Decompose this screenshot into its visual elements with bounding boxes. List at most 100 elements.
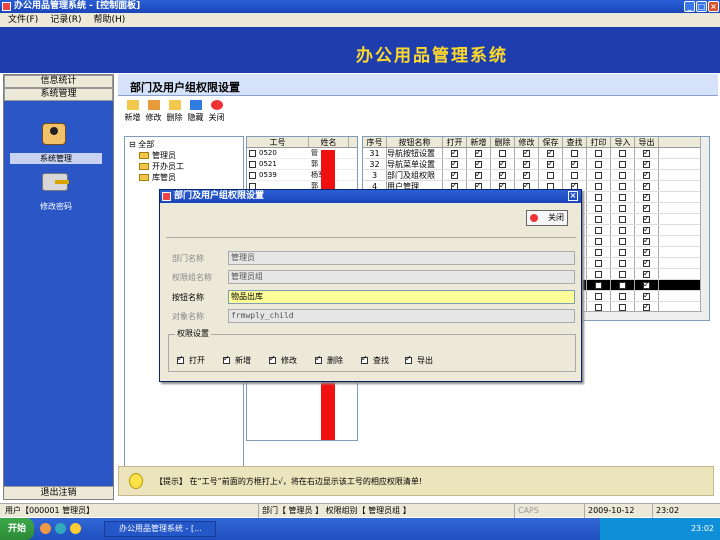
perm-checkbox[interactable] xyxy=(547,172,554,179)
perm-checkbox[interactable] xyxy=(619,304,626,311)
sidebar-header-stats[interactable]: 信息统计 xyxy=(4,75,113,88)
perm-checkbox[interactable] xyxy=(475,169,482,180)
table-row[interactable]: 0539 杨军 xyxy=(247,170,357,181)
perm-open-checkbox[interactable]: 打开 xyxy=(177,354,205,366)
perm-checkbox[interactable] xyxy=(619,249,626,256)
perm-checkbox[interactable] xyxy=(619,205,626,212)
object-field[interactable]: frmwply_child xyxy=(228,309,575,323)
table-row[interactable]: 32 导航菜单设置 xyxy=(363,158,709,170)
perm-checkbox[interactable] xyxy=(595,271,602,278)
perm-col-header[interactable]: 查找 xyxy=(563,137,587,147)
table-row[interactable]: 0520 管 xyxy=(247,148,357,159)
perm-checkbox[interactable] xyxy=(571,172,578,179)
perm-checkbox[interactable] xyxy=(619,183,626,190)
table-row[interactable]: 0521 郭 xyxy=(247,159,357,170)
row-checkbox[interactable] xyxy=(249,150,256,157)
perm-checkbox[interactable] xyxy=(451,169,458,180)
perm-checkbox[interactable] xyxy=(595,150,602,157)
quicklaunch-icon[interactable] xyxy=(40,523,51,534)
perm-edit-checkbox[interactable]: 修改 xyxy=(269,354,297,366)
perm-checkbox[interactable] xyxy=(523,147,530,158)
perm-checkbox[interactable] xyxy=(643,202,650,213)
perm-checkbox[interactable] xyxy=(595,282,602,289)
perm-checkbox[interactable] xyxy=(595,183,602,190)
perm-delete-checkbox[interactable]: 删除 xyxy=(315,354,343,366)
perm-checkbox[interactable] xyxy=(451,147,458,158)
menu-record[interactable]: 记录(R) xyxy=(50,13,81,27)
perm-checkbox[interactable] xyxy=(475,158,482,169)
hide-button[interactable]: 隐藏 xyxy=(187,100,204,124)
delete-button[interactable]: 删除 xyxy=(166,100,183,124)
perm-checkbox[interactable] xyxy=(595,172,602,179)
perm-col-header[interactable]: 保存 xyxy=(539,137,563,147)
perm-checkbox[interactable] xyxy=(643,279,650,290)
button-name-field[interactable]: 物品出库 xyxy=(228,290,575,304)
perm-checkbox[interactable] xyxy=(619,194,626,201)
perm-checkbox[interactable] xyxy=(571,150,578,157)
quicklaunch-icon[interactable] xyxy=(70,523,81,534)
perm-checkbox[interactable] xyxy=(619,238,626,245)
group-field[interactable]: 管理员组 xyxy=(228,270,575,284)
perm-col-header[interactable]: 修改 xyxy=(515,137,539,147)
key-icon[interactable] xyxy=(42,173,69,191)
perm-checkbox[interactable] xyxy=(595,205,602,212)
row-checkbox[interactable] xyxy=(249,172,256,179)
perm-checkbox[interactable] xyxy=(523,169,530,180)
new-button[interactable]: 新增 xyxy=(124,100,141,124)
row-checkbox[interactable] xyxy=(249,161,256,168)
perm-checkbox[interactable] xyxy=(571,158,578,169)
perm-checkbox[interactable] xyxy=(499,158,506,169)
tree-node-admin[interactable]: 管理员 xyxy=(139,150,176,161)
perm-col-header[interactable]: 打开 xyxy=(443,137,467,147)
perm-checkbox[interactable] xyxy=(475,147,482,158)
menu-help[interactable]: 帮助(H) xyxy=(93,13,125,27)
vertical-scrollbar[interactable] xyxy=(700,137,709,320)
edit-button[interactable]: 修改 xyxy=(145,100,162,124)
perm-checkbox[interactable] xyxy=(547,158,554,169)
perm-checkbox[interactable] xyxy=(643,301,650,312)
table-row[interactable]: 31 导航按钮设置 xyxy=(363,147,709,159)
col-name[interactable]: 姓名 xyxy=(309,137,349,147)
close-button[interactable]: × xyxy=(708,1,719,12)
perm-checkbox[interactable] xyxy=(643,191,650,202)
perm-checkbox[interactable] xyxy=(595,293,602,300)
col-empno[interactable]: 工号 xyxy=(247,137,309,147)
perm-col-header[interactable]: 删除 xyxy=(491,137,515,147)
perm-checkbox[interactable] xyxy=(547,147,554,158)
perm-col-header[interactable]: 按钮名称 xyxy=(387,137,443,147)
perm-find-checkbox[interactable]: 查找 xyxy=(361,354,389,366)
perm-checkbox[interactable] xyxy=(595,216,602,223)
perm-checkbox[interactable] xyxy=(595,194,602,201)
perm-checkbox[interactable] xyxy=(619,293,626,300)
dialog-close-x[interactable]: × xyxy=(568,191,578,201)
sidebar-item-system[interactable]: 系统管理 xyxy=(10,153,102,164)
menu-file[interactable]: 文件(F) xyxy=(8,13,38,27)
perm-checkbox[interactable] xyxy=(499,169,506,180)
perm-checkbox[interactable] xyxy=(643,147,650,158)
minimize-button[interactable]: _ xyxy=(684,1,695,12)
taskbar-app[interactable]: 办公用品管理系统 - [... xyxy=(104,521,216,537)
dialog-close-button[interactable]: 关闭 xyxy=(526,210,568,226)
perm-export-checkbox[interactable]: 导出 xyxy=(405,354,433,366)
users-icon[interactable] xyxy=(42,123,66,145)
perm-checkbox[interactable] xyxy=(643,158,650,169)
maximize-button[interactable]: □ xyxy=(696,1,707,12)
perm-checkbox[interactable] xyxy=(619,150,626,157)
perm-checkbox[interactable] xyxy=(643,235,650,246)
table-row[interactable]: 3 部门及组权限 xyxy=(363,169,709,181)
perm-checkbox[interactable] xyxy=(595,304,602,311)
start-button[interactable]: 开始 xyxy=(0,518,34,540)
perm-checkbox[interactable] xyxy=(619,172,626,179)
perm-checkbox[interactable] xyxy=(619,227,626,234)
perm-checkbox[interactable] xyxy=(643,213,650,224)
logout-button[interactable]: 退出注销 xyxy=(4,486,113,499)
perm-checkbox[interactable] xyxy=(523,158,530,169)
perm-checkbox[interactable] xyxy=(643,180,650,191)
perm-col-header[interactable]: 序号 xyxy=(363,137,387,147)
perm-checkbox[interactable] xyxy=(643,169,650,180)
perm-col-header[interactable]: 导入 xyxy=(611,137,635,147)
tree-node-staff[interactable]: 开办员工 xyxy=(139,161,184,172)
perm-checkbox[interactable] xyxy=(595,238,602,245)
perm-checkbox[interactable] xyxy=(643,290,650,301)
perm-checkbox[interactable] xyxy=(619,161,626,168)
